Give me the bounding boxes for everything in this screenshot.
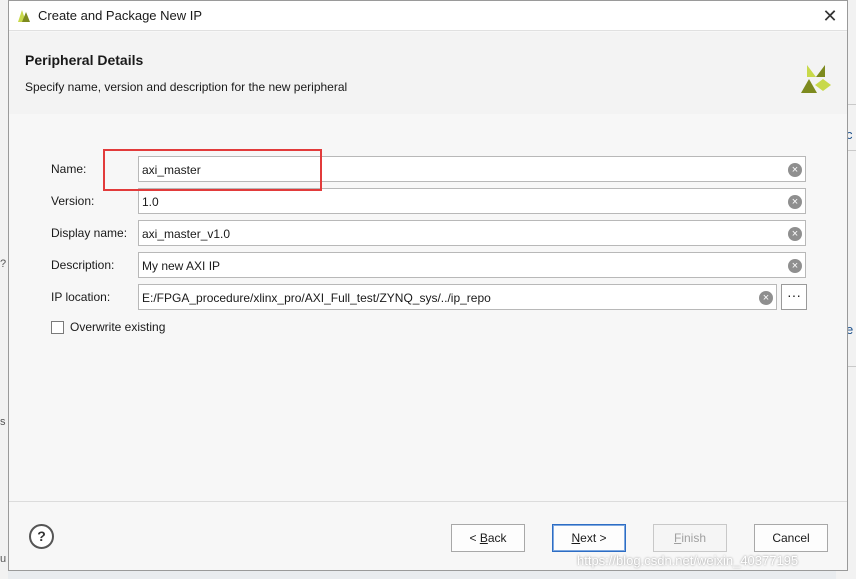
overwrite-existing-label[interactable]: Overwrite existing — [70, 320, 165, 334]
help-button[interactable]: ? — [29, 524, 54, 549]
ip-location-field[interactable]: E:/FPGA_procedure/xlinx_pro/AXI_Full_tes… — [138, 284, 777, 310]
next-button[interactable]: Next > — [552, 524, 626, 552]
watermark: https://blog.csdn.net/weixin_40377195 — [577, 553, 799, 568]
ip-location-row: IP location: E:/FPGA_procedure/xlinx_pro… — [9, 284, 847, 310]
ip-location-label: IP location: — [51, 290, 111, 304]
clear-icon[interactable]: × — [788, 227, 802, 241]
clear-icon[interactable]: × — [788, 259, 802, 273]
title-bar: Create and Package New IP ✕ — [9, 1, 847, 31]
version-label: Version: — [51, 194, 95, 208]
window-title: Create and Package New IP — [38, 8, 203, 23]
back-button[interactable]: < Back — [451, 524, 525, 552]
ip-location-value: E:/FPGA_procedure/xlinx_pro/AXI_Full_tes… — [142, 291, 491, 305]
version-field[interactable]: 1.0 × — [138, 188, 806, 214]
cancel-button[interactable]: Cancel — [754, 524, 828, 552]
vivado-logo-icon — [801, 65, 831, 93]
description-field[interactable]: My new AXI IP × — [138, 252, 806, 278]
display-name-value: axi_master_v1.0 — [142, 227, 231, 241]
clear-icon[interactable]: × — [788, 163, 802, 177]
name-label: Name: — [51, 162, 87, 176]
annotation-highlight-box — [103, 149, 322, 191]
background-fragment: s — [0, 416, 6, 428]
display-name-row: Display name: axi_master_v1.0 × — [9, 220, 847, 246]
description-value: My new AXI IP — [142, 259, 221, 273]
finish-button: Finish — [653, 524, 727, 552]
background-fragment: u — [0, 553, 7, 565]
page-subtitle: Specify name, version and description fo… — [25, 80, 348, 94]
display-name-field[interactable]: axi_master_v1.0 × — [138, 220, 806, 246]
version-row: Version: 1.0 × — [9, 188, 847, 214]
create-package-ip-dialog: Create and Package New IP ✕ Peripheral D… — [8, 0, 848, 571]
background-app-left: ? s u — [0, 0, 8, 579]
browse-button[interactable]: ··· — [781, 284, 807, 310]
clear-icon[interactable]: × — [759, 291, 773, 305]
clear-icon[interactable]: × — [788, 195, 802, 209]
vivado-logo-icon — [18, 10, 30, 22]
page-header: Peripheral Details Specify name, version… — [9, 32, 847, 114]
version-value: 1.0 — [142, 195, 159, 209]
display-name-label: Display name: — [51, 226, 128, 240]
description-label: Description: — [51, 258, 115, 272]
page-title: Peripheral Details — [25, 52, 144, 68]
description-row: Description: My new AXI IP × — [9, 252, 847, 278]
footer-divider — [9, 501, 847, 502]
background-fragment: ? — [0, 258, 7, 270]
close-icon[interactable]: ✕ — [819, 5, 841, 27]
overwrite-existing-checkbox[interactable] — [51, 321, 64, 334]
